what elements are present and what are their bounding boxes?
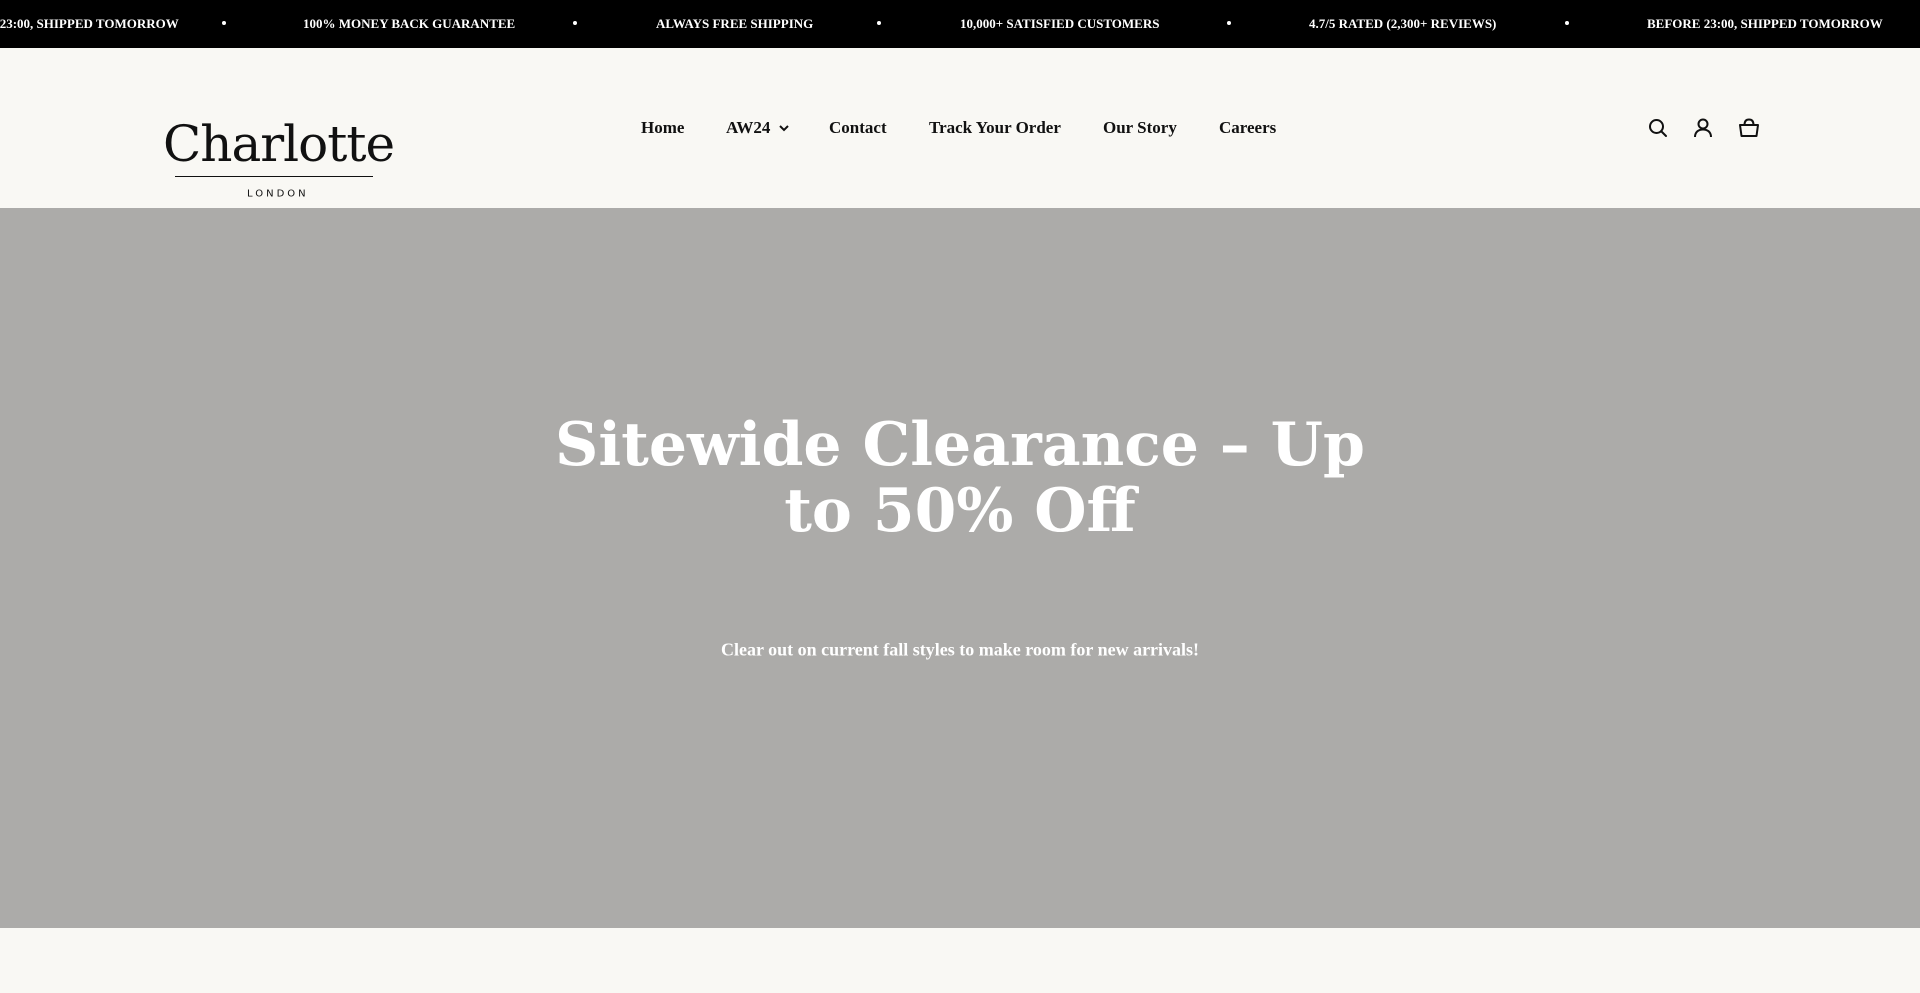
announcement-separator: [1565, 21, 1569, 25]
logo-wordmark: Charlotte: [163, 115, 395, 173]
logo[interactable]: Charlotte LONDON: [163, 100, 395, 210]
chevron-down-icon[interactable]: [778, 122, 790, 134]
announcement-bar: BEFORE 23:00, SHIPPED TOMORROW 100% MONE…: [0, 0, 1920, 48]
announcement-item: BEFORE 23:00, SHIPPED TOMORROW: [1647, 16, 1883, 31]
hero-banner: Sitewide Clearance – Up to 50% Off Clear…: [0, 208, 1920, 928]
announcement-item: ALWAYS FREE SHIPPING: [656, 16, 814, 31]
nav-track-order[interactable]: Track Your Order: [929, 118, 1061, 138]
nav-our-story[interactable]: Our Story: [1103, 118, 1177, 138]
announcement-item: 100% MONEY BACK GUARANTEE: [303, 16, 516, 31]
announcement-item: 4.7/5 RATED (2,300+ REVIEWS): [1309, 16, 1497, 31]
announcement-item: 10,000+ SATISFIED CUSTOMERS: [960, 16, 1160, 31]
search-icon[interactable]: [1646, 116, 1670, 140]
nav-aw24[interactable]: AW24: [726, 118, 770, 138]
nav-contact[interactable]: Contact: [829, 118, 887, 138]
announcement-separator: [222, 21, 226, 25]
nav-careers[interactable]: Careers: [1219, 118, 1276, 138]
logo-underline: [175, 176, 373, 177]
announcement-separator: [573, 21, 577, 25]
cart-icon[interactable]: [1737, 116, 1761, 140]
announcement-separator: [877, 21, 881, 25]
page-content-start: [0, 928, 1920, 993]
announcement-separator: [1227, 21, 1231, 25]
announcement-item: BEFORE 23:00, SHIPPED TOMORROW: [0, 16, 179, 31]
logo-subtitle: LONDON: [247, 188, 309, 200]
account-icon[interactable]: [1691, 116, 1715, 140]
nav-home[interactable]: Home: [641, 118, 684, 138]
hero-subtitle: Clear out on current fall styles to make…: [720, 639, 1200, 660]
hero-title: Sitewide Clearance – Up to 50% Off: [555, 410, 1365, 546]
